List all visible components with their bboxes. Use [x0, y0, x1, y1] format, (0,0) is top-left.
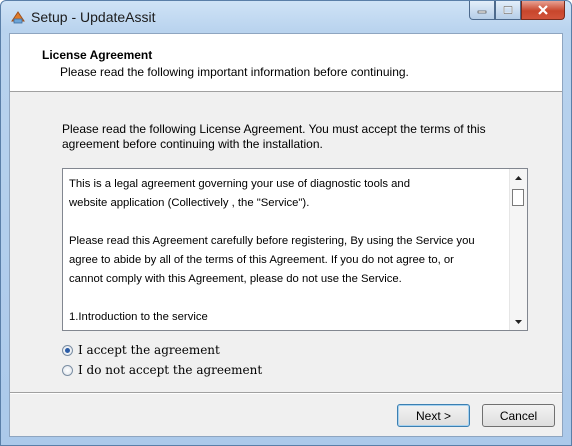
accept-label: I accept the agreement: [78, 343, 220, 357]
license-line: cannot comply with this Agreement, pleas…: [69, 273, 402, 285]
decline-radio[interactable]: [62, 364, 73, 376]
decline-option[interactable]: I do not accept the agreement: [62, 362, 262, 378]
close-icon: [538, 5, 548, 15]
accept-radio[interactable]: [62, 344, 73, 356]
license-text: This is a legal agreement governing your…: [69, 175, 509, 327]
license-line: Please read this Agreement carefully bef…: [69, 235, 475, 247]
scroll-up-button[interactable]: [510, 169, 527, 186]
decline-label: I do not accept the agreement: [78, 363, 263, 377]
accept-option[interactable]: I accept the agreement: [62, 342, 220, 358]
maximize-button[interactable]: [495, 1, 521, 20]
title-bar[interactable]: Setup - UpdateAssit: [1, 1, 571, 33]
page-subtitle: Please read the following important info…: [60, 65, 409, 79]
scroll-down-button[interactable]: [510, 313, 527, 330]
arrow-up-icon: [515, 175, 522, 180]
license-line: website application (Collectively , the …: [69, 197, 310, 209]
license-text-box[interactable]: This is a legal agreement governing your…: [62, 168, 528, 331]
intro-text: Please read the following License Agreem…: [62, 122, 522, 152]
next-button[interactable]: Next >: [397, 404, 470, 427]
page-title: License Agreement: [42, 48, 153, 62]
license-line: agree to abide by all of the terms of th…: [69, 254, 454, 266]
intro-line-2: agreement before continuing with the ins…: [62, 137, 323, 151]
cancel-button[interactable]: Cancel: [482, 404, 555, 427]
wizard-header: License Agreement Please read the follow…: [10, 34, 562, 92]
arrow-down-icon: [515, 319, 522, 324]
close-button[interactable]: [521, 1, 565, 20]
scroll-thumb[interactable]: [512, 189, 524, 206]
wizard-client-area: License Agreement Please read the follow…: [9, 33, 563, 437]
maximize-icon: [503, 6, 513, 14]
vertical-scrollbar[interactable]: [509, 169, 527, 330]
footer-divider: [10, 392, 562, 394]
setup-window: Setup - UpdateAssit License Agreement Pl…: [0, 0, 572, 446]
setup-app-icon: [11, 11, 25, 24]
minimize-icon: [477, 10, 487, 14]
intro-line-1: Please read the following License Agreem…: [62, 122, 486, 136]
minimize-button[interactable]: [469, 1, 495, 20]
license-line: 1.Introduction to the service: [69, 311, 208, 323]
caption-buttons: [469, 1, 565, 21]
license-line: This is a legal agreement governing your…: [69, 178, 410, 190]
window-title: Setup - UpdateAssit: [31, 9, 156, 25]
